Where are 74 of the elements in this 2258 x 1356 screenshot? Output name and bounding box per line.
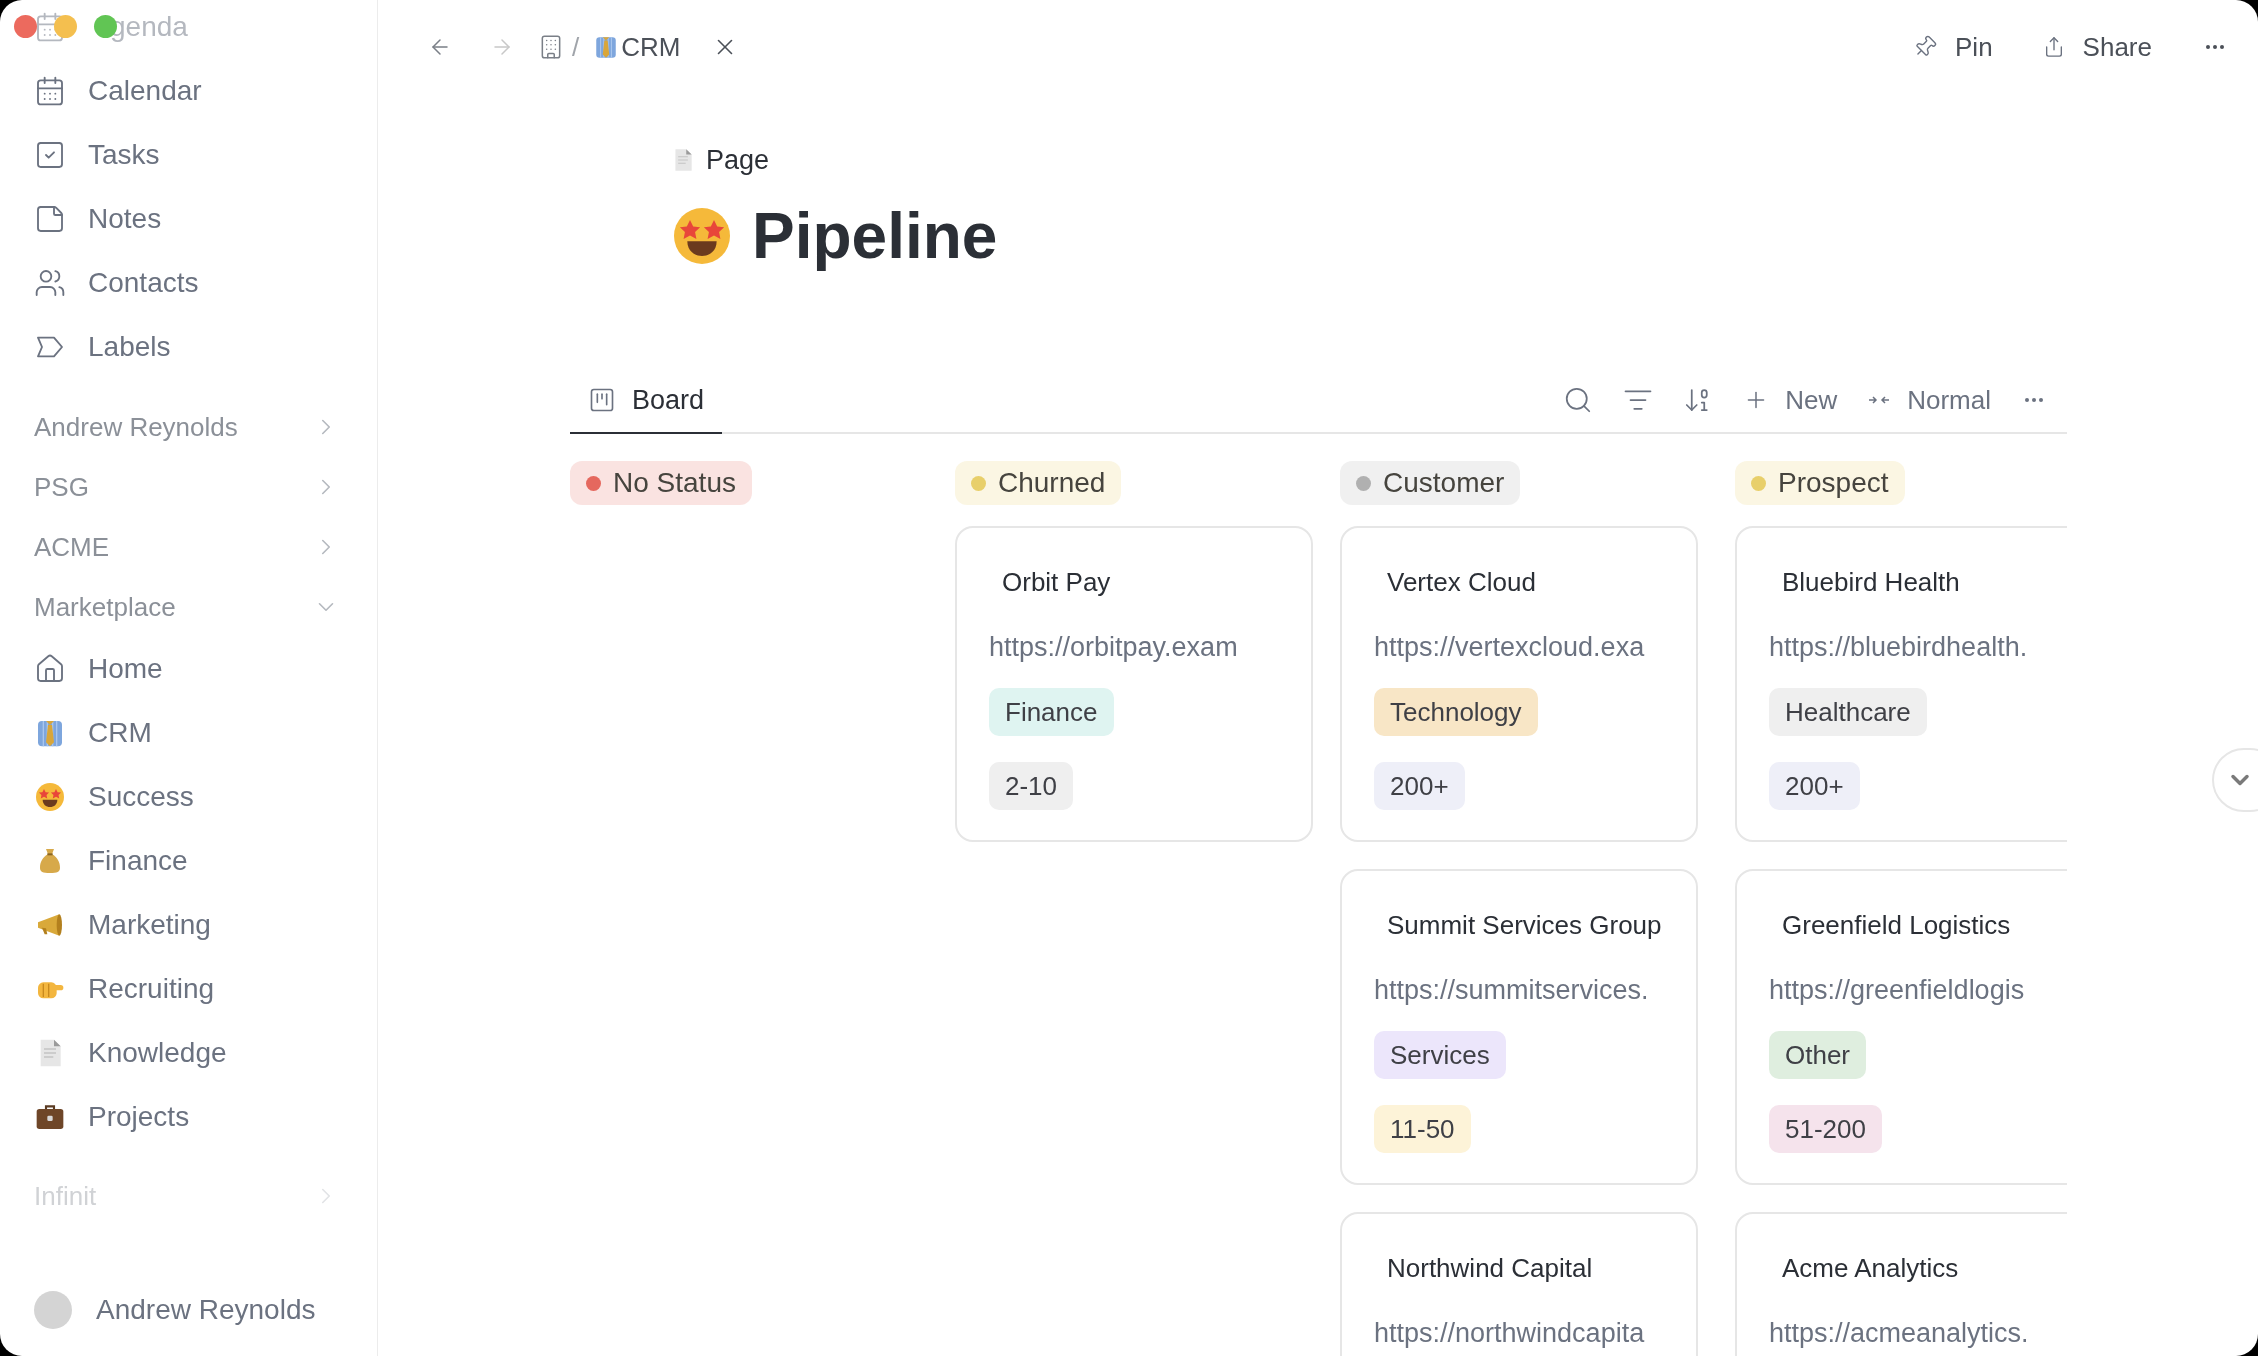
status-pill: Churned bbox=[955, 461, 1122, 505]
website-url[interactable]: https://greenfieldlogis bbox=[1769, 973, 2059, 1007]
checkbox-icon bbox=[34, 139, 66, 171]
house-icon bbox=[34, 653, 66, 685]
sidebar-section[interactable]: PSG bbox=[0, 457, 377, 517]
tag: Healthcare bbox=[1769, 688, 1927, 736]
page-type-label: Page bbox=[706, 143, 770, 177]
tag: Finance bbox=[989, 688, 1114, 736]
sidebar-item[interactable]: Labels bbox=[0, 315, 377, 379]
company-name: Bluebird Health bbox=[1781, 566, 1961, 598]
breadcrumb-separator: / bbox=[572, 30, 580, 64]
website-url[interactable]: https://vertexcloud.exa bbox=[1374, 630, 1664, 664]
more-icon bbox=[2206, 45, 2224, 49]
sidebar-item[interactable]: CRM bbox=[0, 701, 377, 765]
calendar-icon bbox=[34, 11, 66, 43]
tag: Technology bbox=[1374, 688, 1538, 736]
pin-button[interactable]: Pin bbox=[1913, 27, 1993, 67]
company-card[interactable]: Bluebird Health https://bluebirdhealth. Healthcare 200+ bbox=[1735, 526, 2067, 842]
company-card[interactable]: Vertex Cloud https://vertexcloud.exa Technology 200+ bbox=[1340, 526, 1698, 842]
company-card[interactable]: Orbit Pay https://orbitpay.exam Finance 2-10 bbox=[955, 526, 1313, 842]
company-card[interactable]: Summit Services Group https://summitservices. Services 11-50 bbox=[1340, 869, 1698, 1185]
sidebar-item[interactable]: Projects bbox=[0, 1085, 377, 1149]
company-name: Vertex Cloud bbox=[1386, 566, 1537, 598]
status-pill: Customer bbox=[1340, 461, 1521, 505]
company-card[interactable]: Greenfield Logistics https://greenfieldlogis Other 51-200 bbox=[1735, 869, 2067, 1185]
website-url[interactable]: https://acmeanalytics. bbox=[1769, 1316, 2059, 1350]
company-name: Orbit Pay bbox=[1001, 566, 1112, 598]
page-title: Pipeline bbox=[752, 199, 998, 274]
sidebar-item[interactable]: Calendar bbox=[0, 59, 377, 123]
sidebar-item[interactable]: Home bbox=[0, 637, 377, 701]
company-name: Acme Analytics bbox=[1781, 1252, 1960, 1284]
calendar-icon bbox=[34, 75, 66, 107]
tag: 2-10 bbox=[989, 762, 1074, 810]
website-url[interactable]: https://northwindcapita bbox=[1374, 1316, 1664, 1350]
status-pill: No Status bbox=[570, 461, 752, 505]
company-name: Northwind Capital bbox=[1386, 1252, 1594, 1284]
tag: 51-200 bbox=[1769, 1105, 1882, 1153]
sidebar-section[interactable]: ACME bbox=[0, 517, 377, 577]
board-icon bbox=[588, 386, 616, 414]
website-url[interactable]: https://bluebirdhealth. bbox=[1769, 630, 2059, 664]
new-button[interactable]: New bbox=[1743, 380, 1838, 420]
close-window-button[interactable] bbox=[14, 15, 37, 38]
sidebar-item[interactable]: Marketing bbox=[0, 893, 377, 957]
company-name: Summit Services Group bbox=[1386, 909, 1663, 941]
tag: Other bbox=[1769, 1031, 1867, 1079]
more-icon bbox=[2025, 398, 2043, 402]
company-card[interactable]: Northwind Capital https://northwindcapita bbox=[1340, 1212, 1698, 1356]
tag: Services bbox=[1374, 1031, 1506, 1079]
breadcrumb-item[interactable]: CRM bbox=[593, 27, 681, 67]
sidebar-item[interactable]: Finance bbox=[0, 829, 377, 893]
sidebar-item[interactable]: Recruiting bbox=[0, 957, 377, 1021]
star-eyes-emoji-icon bbox=[34, 781, 66, 813]
company-card[interactable]: Acme Analytics https://acmeanalytics. bbox=[1735, 1212, 2067, 1356]
note-icon bbox=[34, 203, 66, 235]
tag: 200+ bbox=[1374, 762, 1465, 810]
user-avatar bbox=[34, 1291, 72, 1329]
website-url[interactable]: https://summitservices. bbox=[1374, 973, 1664, 1007]
user-profile[interactable]: Andrew Reynolds bbox=[0, 1278, 377, 1342]
tag: 11-50 bbox=[1374, 1105, 1471, 1153]
view-tab[interactable]: Board bbox=[570, 368, 723, 434]
sidebar-item[interactable]: Knowledge bbox=[0, 1021, 377, 1085]
sidebar-item[interactable]: Success bbox=[0, 765, 377, 829]
sidebar-item[interactable]: Notes bbox=[0, 187, 377, 251]
people-icon bbox=[34, 267, 66, 299]
sidebar-section[interactable]: Andrew Reynolds bbox=[0, 397, 377, 457]
sidebar-item[interactable]: Contacts bbox=[0, 251, 377, 315]
density-button[interactable]: Normal bbox=[1867, 380, 1991, 420]
website-url[interactable]: https://orbitpay.exam bbox=[989, 630, 1279, 664]
sidebar-section[interactable]: Marketplace bbox=[0, 577, 377, 637]
tag: 200+ bbox=[1769, 762, 1860, 810]
share-button[interactable]: Share bbox=[2042, 27, 2152, 67]
status-pill: Prospect bbox=[1735, 461, 1905, 505]
company-name: Greenfield Logistics bbox=[1781, 909, 2012, 941]
sidebar-item[interactable]: Tasks bbox=[0, 123, 377, 187]
